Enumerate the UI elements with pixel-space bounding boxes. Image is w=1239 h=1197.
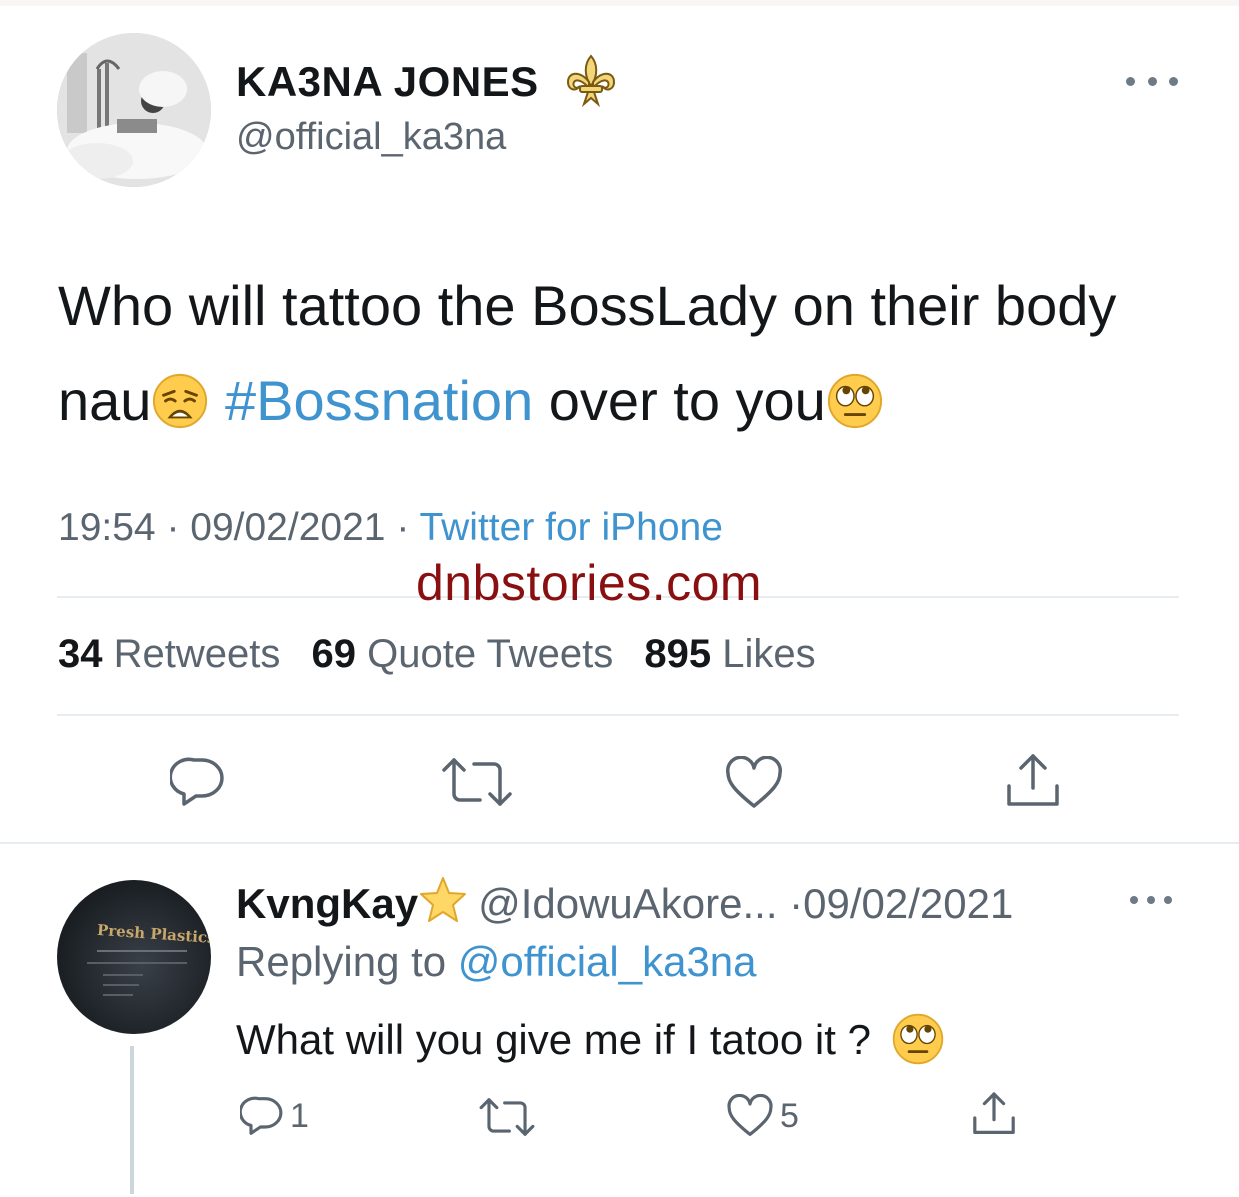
more-icon (1126, 76, 1135, 86)
divider (0, 842, 1239, 844)
likes-label: Likes (722, 632, 816, 676)
reply-handle[interactable]: @IdowuAkore... (478, 880, 777, 927)
replying-to-label: Replying to (236, 938, 447, 985)
divider (57, 714, 1179, 716)
retweets-count: 34 (58, 632, 103, 676)
like-count: 5 (780, 1096, 799, 1135)
fleur-de-lis-icon (566, 54, 616, 108)
avatar-details (87, 950, 187, 996)
tweet-meta: 19:54 · 09/02/2021 · Twitter for iPhone (58, 506, 723, 550)
more-icon-dot (1147, 76, 1157, 86)
quote-tweets-stat[interactable]: 69 Quote Tweets (312, 632, 614, 676)
tweet-time: 19:54 (58, 506, 156, 549)
rolling-eyes-emoji (892, 1013, 943, 1065)
more-icon-dot (1169, 76, 1178, 86)
share-icon (1007, 754, 1059, 806)
replying-to: Replying to @official_ka3na (236, 938, 757, 986)
retweets-label: Retweets (113, 632, 281, 676)
tweet-source-link[interactable]: Twitter for iPhone (419, 506, 722, 549)
reply-display-name[interactable]: KvngKay (236, 880, 418, 927)
reply-date: ·09/02/2021 (789, 880, 1014, 927)
reply-text: What will you give me if I tatoo it ? (236, 1012, 945, 1066)
tweet-text: Who will tattoo the BossLady on their bo… (58, 258, 1198, 448)
likes-stat[interactable]: 895 Likes (644, 632, 815, 676)
weary-face-emoji (153, 373, 208, 429)
meta-separator: · (385, 506, 420, 549)
retweet-button[interactable] (440, 756, 514, 808)
more-icon-dot (1164, 896, 1172, 904)
rolling-eyes-emoji (827, 373, 882, 429)
reply-button[interactable] (170, 754, 226, 810)
quote-count: 69 (311, 632, 357, 676)
tweet-text-part: over to you (533, 369, 826, 432)
user-handle[interactable]: @official_ka3na (236, 116, 506, 159)
engagement-stats: 34 Retweets 69 Quote Tweets 895 Likes (58, 632, 836, 677)
retweets-stat[interactable]: 34 Retweets (58, 632, 280, 676)
reply-avatar[interactable]: Presh Plastics (57, 880, 211, 1034)
reply-reply-button[interactable]: 1 (240, 1094, 309, 1138)
avatar-photo (57, 33, 211, 187)
thread-line (130, 1046, 134, 1194)
reply-icon (170, 757, 224, 806)
reply-more-options-button[interactable] (1130, 888, 1172, 912)
watermark: dnbstories.com (416, 555, 763, 611)
avatar[interactable] (57, 33, 211, 187)
reply-header: KvngKay @IdowuAkore... ·09/02/2021 (236, 876, 1013, 928)
more-icon-dot (1147, 896, 1155, 904)
replying-to-mention[interactable]: @official_ka3na (458, 938, 757, 985)
like-button[interactable] (724, 756, 784, 810)
likes-count: 895 (644, 632, 712, 676)
share-icon (973, 1092, 1015, 1134)
star-emoji (420, 877, 467, 922)
hashtag-link[interactable]: #Bossnation (225, 369, 533, 432)
reply-like-button[interactable]: 5 (726, 1094, 799, 1138)
tweet-date: 09/02/2021 (190, 506, 386, 549)
reply-icon (240, 1096, 283, 1135)
retweet-icon (442, 758, 512, 806)
meta-separator: · (155, 506, 191, 549)
reply-text-content: What will you give me if I tatoo it ? (236, 1016, 871, 1063)
retweet-icon (479, 1098, 535, 1136)
quote-label: Quote Tweets (367, 632, 614, 676)
like-icon (727, 1094, 773, 1136)
share-button[interactable] (1003, 752, 1063, 810)
more-options-button[interactable] (1126, 66, 1178, 96)
more-icon (1130, 896, 1138, 904)
reply-share-button[interactable] (970, 1090, 1018, 1138)
tweet-detail-page: KA3NA JONES @official_ka3na Who will tat… (0, 0, 1239, 1197)
like-icon (726, 756, 782, 808)
reply-retweet-button[interactable] (478, 1096, 536, 1138)
display-name[interactable]: KA3NA JONES (236, 58, 539, 106)
top-edge (0, 0, 1239, 6)
reply-count: 1 (290, 1096, 309, 1135)
